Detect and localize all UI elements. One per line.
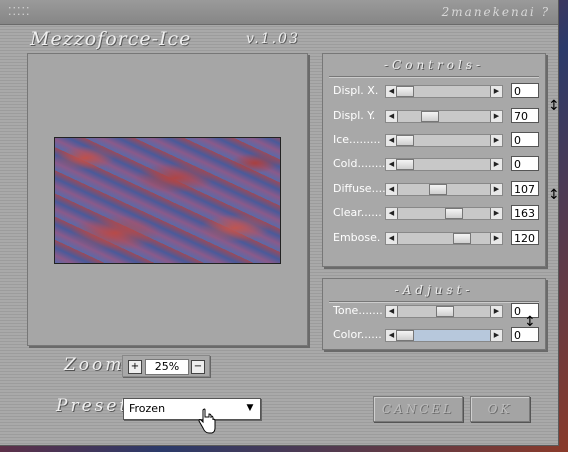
hand-cursor-icon xyxy=(198,408,216,434)
slider-track[interactable]: ◀ ▶ xyxy=(385,232,503,245)
slider-label: Color...... xyxy=(333,328,382,341)
slider-label: Embose. xyxy=(333,231,381,244)
slider-label: Tone....... xyxy=(333,304,383,317)
arrow-right-icon[interactable]: ▶ xyxy=(490,208,502,219)
arrow-right-icon[interactable]: ▶ xyxy=(490,159,502,170)
value-field[interactable]: 70 xyxy=(511,108,539,123)
adjust-panel: -Adjust- Tone....... ◀ ▶ 0 Color...... ◀… xyxy=(322,278,546,350)
slider-thumb[interactable] xyxy=(436,306,454,317)
zoom-value: 25% xyxy=(145,359,189,375)
preset-selected: Frozen xyxy=(129,402,166,415)
app-version: v.1.03 xyxy=(246,31,300,47)
arrow-left-icon[interactable]: ◀ xyxy=(386,208,398,219)
preset-dropdown[interactable]: Frozen ▼ xyxy=(123,398,261,420)
arrow-left-icon[interactable]: ◀ xyxy=(386,233,398,244)
slider-thumb[interactable] xyxy=(396,159,414,170)
slider-row-ice: Ice......... ◀ ▶ 0 xyxy=(333,132,539,148)
chevron-down-icon[interactable]: ▼ xyxy=(243,402,257,415)
arrow-right-icon[interactable]: ▶ xyxy=(490,233,502,244)
value-field[interactable]: 0 xyxy=(511,83,539,98)
controls-title: -Controls- xyxy=(383,58,485,72)
value-field[interactable]: 120 xyxy=(511,230,539,245)
controls-divider xyxy=(329,76,539,78)
link-diffuse-icon[interactable]: ↕ xyxy=(548,188,560,202)
slider-label: Diffuse.... xyxy=(333,182,386,195)
slider-row-displ-x: Displ. X. ◀ ▶ 0 xyxy=(333,83,539,99)
slider-thumb[interactable] xyxy=(445,208,463,219)
slider-thumb[interactable] xyxy=(453,233,471,244)
slider-row-cold: Cold........ ◀ ▶ 0 xyxy=(333,156,539,172)
slider-label: Displ. Y. xyxy=(333,109,376,122)
zoom-out-button[interactable]: − xyxy=(191,360,205,374)
slider-thumb[interactable] xyxy=(396,86,414,97)
slider-track[interactable]: ◀ ▶ xyxy=(385,134,503,147)
slider-row-displ-y: Displ. Y. ◀ ▶ 70 xyxy=(333,108,539,124)
slider-label: Cold........ xyxy=(333,157,386,170)
slider-thumb[interactable] xyxy=(421,111,439,122)
slider-label: Clear...... xyxy=(333,206,382,219)
arrow-left-icon[interactable]: ◀ xyxy=(386,111,398,122)
controls-panel: -Controls- Displ. X. ◀ ▶ 0 Displ. Y. ◀ ▶… xyxy=(322,53,560,267)
slider-label: Ice......... xyxy=(333,133,381,146)
value-field[interactable]: 0 xyxy=(511,132,539,147)
arrow-right-icon[interactable]: ▶ xyxy=(490,184,502,195)
link-xy-icon[interactable]: ↕ xyxy=(548,99,560,113)
value-field[interactable]: 107 xyxy=(511,181,539,196)
link-tone-color-icon[interactable]: ↕ xyxy=(524,315,536,329)
slider-row-diffuse: Diffuse.... ◀ ▶ 107 xyxy=(333,181,539,197)
slider-track[interactable]: ◀ ▶ xyxy=(385,207,503,220)
zoom-in-button[interactable]: + xyxy=(128,360,142,374)
credit-help-link[interactable]: 2manekenai ? xyxy=(442,5,550,19)
arrow-right-icon[interactable]: ▶ xyxy=(490,111,502,122)
ok-button[interactable]: OK xyxy=(470,396,530,422)
slider-track[interactable]: ◀ ▶ xyxy=(385,110,503,123)
slider-row-embose: Embose. ◀ ▶ 120 xyxy=(333,230,539,246)
preset-label: Preset xyxy=(56,396,130,416)
preview-panel xyxy=(27,53,308,346)
slider-track[interactable]: ◀ ▶ xyxy=(385,85,503,98)
slider-track[interactable]: ◀ ▶ xyxy=(385,305,503,318)
arrow-left-icon[interactable]: ◀ xyxy=(386,306,398,317)
app-title: Mezzoforce-Ice xyxy=(30,28,192,50)
cancel-button[interactable]: CANCEL xyxy=(373,396,463,422)
preview-image[interactable] xyxy=(54,137,281,264)
zoom-control: + 25% − xyxy=(122,355,210,377)
arrow-left-icon[interactable]: ◀ xyxy=(386,184,398,195)
zoom-label: Zoom xyxy=(64,355,125,375)
slider-label: Displ. X. xyxy=(333,84,379,97)
slider-thumb[interactable] xyxy=(429,184,447,195)
adjust-title: -Adjust- xyxy=(394,283,474,297)
slider-track[interactable]: ◀ ▶ xyxy=(385,158,503,171)
slider-thumb[interactable] xyxy=(396,330,414,341)
value-field[interactable]: 0 xyxy=(511,156,539,171)
slider-row-color: Color...... ◀ ▶ 0 xyxy=(333,327,539,343)
slider-row-tone: Tone....... ◀ ▶ 0 xyxy=(333,303,539,319)
arrow-right-icon[interactable]: ▶ xyxy=(490,86,502,97)
arrow-right-icon[interactable]: ▶ xyxy=(490,306,502,317)
value-field[interactable]: 163 xyxy=(511,205,539,220)
arrow-right-icon[interactable]: ▶ xyxy=(490,135,502,146)
title-bar[interactable]: ⁚⁚⁚⁚⁚ 2manekenai ? xyxy=(0,0,558,25)
plugin-window: ⁚⁚⁚⁚⁚ 2manekenai ? Mezzoforce-Ice v.1.03… xyxy=(0,0,560,446)
window-grip-dots[interactable]: ⁚⁚⁚⁚⁚ xyxy=(8,5,30,18)
slider-track[interactable]: ◀ ▶ xyxy=(385,183,503,196)
arrow-right-icon[interactable]: ▶ xyxy=(490,330,502,341)
slider-row-clear: Clear...... ◀ ▶ 163 xyxy=(333,205,539,221)
slider-track[interactable]: ◀ ▶ xyxy=(385,329,503,342)
slider-thumb[interactable] xyxy=(396,135,414,146)
